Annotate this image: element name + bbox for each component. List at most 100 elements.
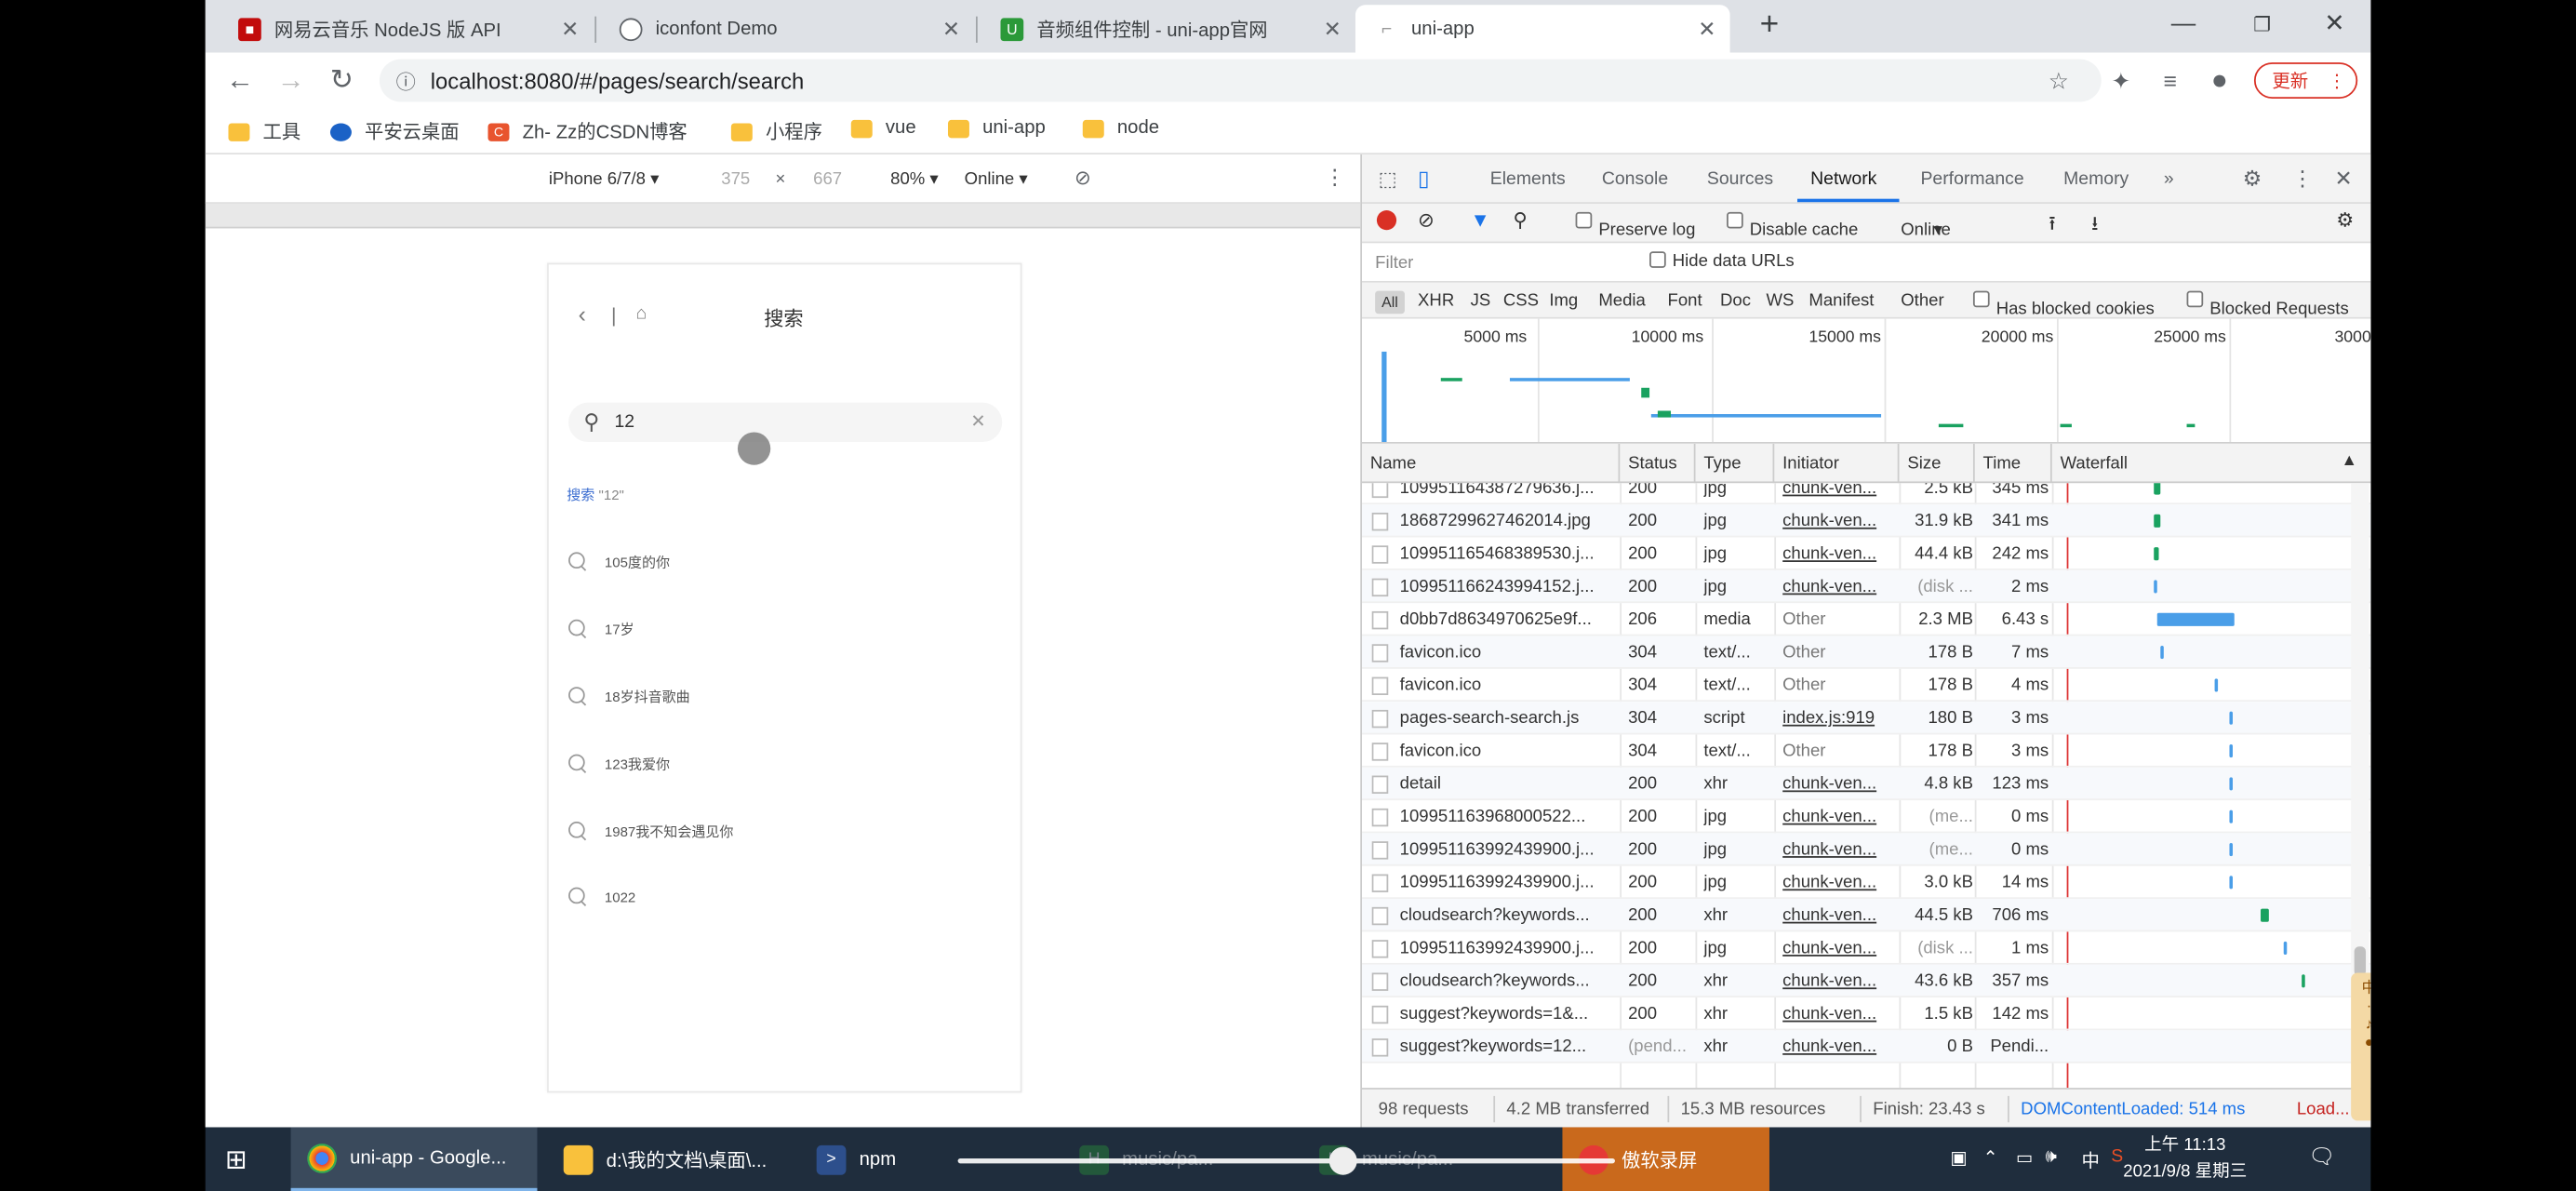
restore-button[interactable]: ❐ [2237,7,2287,43]
tab-sources[interactable]: Sources [1707,169,1773,189]
table-row[interactable]: cloudsearch?keywords... 200 xhr chunk-ven..… [1362,899,2371,932]
request-initiator[interactable]: chunk-ven... [1782,537,1901,569]
bookmark-node[interactable]: node [1082,118,1159,138]
blocked-requests-checkbox[interactable]: Blocked Requests [2186,290,2349,319]
request-initiator[interactable]: chunk-ven... [1782,833,1901,865]
request-initiator[interactable]: index.js:919 [1782,702,1901,734]
suggestion-item[interactable]: 17岁 [567,618,634,639]
taskbar-powershell[interactable]: > npm [800,1127,931,1191]
column-name[interactable]: Name [1362,443,1621,484]
type-filter-all[interactable]: All [1375,290,1405,314]
tray-app-icon[interactable]: ▣ [1950,1147,1967,1168]
filter-input[interactable]: Filter [1375,253,1622,273]
throttle-select[interactable]: Online ▾ [965,169,1028,189]
table-row[interactable]: 109951163992439900.j... 200 jpg chunk-ven..… [1362,833,2371,866]
hide-data-urls-checkbox[interactable]: Hide data URLs [1649,251,1795,271]
bookmark-vue[interactable]: vue [850,118,916,138]
update-button[interactable]: 更新 ⋮ [2253,62,2358,99]
address-bar[interactable]: ⓘ localhost:8080/#/pages/search/search [379,59,2102,102]
suggestion-item[interactable]: 18岁抖音歌曲 [567,685,690,706]
type-filter-manifest[interactable]: Manifest [1809,291,1874,311]
table-row[interactable]: 109951163992439900.j... 200 jpg chunk-ven..… [1362,866,2371,900]
inspect-icon[interactable]: ⬚ [1379,167,1397,191]
type-filter-img[interactable]: Img [1549,291,1578,311]
suggestion-item[interactable]: 1022 [567,886,635,907]
device-toggle-icon[interactable]: ▯ [1418,166,1430,192]
table-row[interactable]: cloudsearch?keywords... 200 xhr chunk-ven..… [1362,964,2371,997]
type-filter-xhr[interactable]: XHR [1418,291,1454,311]
table-row[interactable]: 109951164387279636.j... 200 jpg chunk-ven..… [1362,483,2371,505]
device-more-icon[interactable]: ⋮ [1324,165,1345,191]
rotate-icon[interactable]: ⊘ [1074,166,1091,189]
request-initiator[interactable]: chunk-ven... [1782,931,1901,964]
tab-memory[interactable]: Memory [2063,169,2129,189]
disable-cache-checkbox[interactable]: Disable cache [1727,211,1858,240]
volume-icon[interactable]: 🕪 [2046,1147,2057,1169]
zoom-select[interactable]: 80% ▾ [890,169,939,189]
profile-icon[interactable]: ● [2203,64,2236,97]
close-icon[interactable]: ✕ [1690,16,1723,42]
back-button[interactable]: ← [220,60,260,100]
taskbar-explorer[interactable]: d:\我的文档\桌面\... [547,1127,785,1191]
device-select[interactable]: iPhone 6/7/8 ▾ [549,169,660,189]
back-icon[interactable]: ‹ [579,301,586,327]
close-icon[interactable]: ✕ [1316,16,1349,42]
tray-overflow-icon[interactable]: ⌃ [1983,1147,1998,1168]
ime-indicator[interactable]: 中 [2082,1147,2100,1173]
reload-button[interactable]: ↻ [322,60,361,100]
clear-icon[interactable]: ✕ [970,411,985,432]
home-icon[interactable]: ⌂ [635,304,647,324]
notification-icon[interactable]: 🗨 [2308,1144,2335,1170]
start-button[interactable]: ⊞ [225,1127,247,1191]
reading-list-icon[interactable]: ≡ [2154,64,2186,97]
bookmark-ping-an[interactable]: 平安云桌面 [329,118,460,144]
bookmark-uniapp[interactable]: uni-app [947,118,1046,138]
suggestion-item[interactable]: 123我爱你 [567,753,670,774]
tab-uniapp-audio[interactable]: U 音频组件控制 - uni-app官网 ✕ [981,5,1355,52]
scrollbar-thumb[interactable] [2354,946,2367,977]
close-devtools-icon[interactable]: ✕ [2334,166,2352,192]
tab-elements[interactable]: Elements [1490,169,1566,189]
clear-icon[interactable]: ⊘ [1418,208,1435,232]
table-row[interactable]: 109951163968000522... 200 jpg chunk-ven... (… [1362,800,2371,834]
tab-uniapp[interactable]: ⌐ uni-app ✕ [1355,5,1730,53]
minimize-button[interactable]: — [2159,7,2209,43]
close-icon[interactable]: ✕ [935,16,968,42]
column-time[interactable]: Time [1975,443,2052,484]
devtools-menu-icon[interactable]: ⋮ [2292,166,2314,192]
device-height-input[interactable]: 667 [813,169,842,189]
column-initiator[interactable]: Initiator [1774,443,1900,484]
table-row[interactable]: favicon.ico 304 text/... Other 178 B 4 ms [1362,669,2371,703]
sort-up-icon[interactable]: ▲ [2342,452,2357,470]
table-row[interactable]: 109951165468389530.j... 200 jpg chunk-ven..… [1362,537,2371,570]
forward-button[interactable]: → [271,60,310,100]
suggestion-item[interactable]: 1987我不知会遇见你 [567,820,733,841]
request-initiator[interactable]: chunk-ven... [1782,800,1901,833]
request-initiator[interactable]: chunk-ven... [1782,768,1901,800]
bookmark-star-icon[interactable]: ☆ [2042,64,2075,97]
export-har-icon[interactable]: ⭳ [2091,208,2098,243]
search-input[interactable]: ⚲ 12 ✕ [568,402,1003,443]
table-row[interactable]: favicon.ico 304 text/... Other 178 B 3 ms [1362,734,2371,768]
type-filter-ws[interactable]: WS [1766,291,1794,311]
preserve-log-checkbox[interactable]: Preserve log [1575,211,1695,240]
info-icon[interactable]: ⓘ [396,67,416,95]
bookmark-tools[interactable]: 工具 [228,118,300,144]
request-initiator[interactable]: chunk-ven... [1782,899,1901,931]
new-tab-button[interactable]: + [1744,7,1794,43]
tab-network[interactable]: Network [1810,169,1876,189]
type-filter-css[interactable]: CSS [1503,291,1539,311]
filter-icon[interactable]: ▼ [1471,208,1490,232]
search-for-query[interactable]: 搜索 "12" [567,485,624,504]
taskbar-clock[interactable]: 上午 11:13 2021/9/8 星期三 [2111,1132,2259,1185]
column-type[interactable]: Type [1696,443,1775,484]
tab-iconfont[interactable]: iconfont Demo ✕ [600,5,975,52]
type-filter-js[interactable]: JS [1471,291,1491,311]
type-filter-doc[interactable]: Doc [1720,291,1751,311]
type-filter-media[interactable]: Media [1598,291,1646,311]
table-row[interactable]: suggest?keywords=12... (pend... xhr chunk-v… [1362,1030,2371,1064]
request-initiator[interactable]: chunk-ven... [1782,866,1901,899]
table-row[interactable]: suggest?keywords=1&... 200 xhr chunk-ven...… [1362,997,2371,1031]
request-initiator[interactable]: chunk-ven... [1782,570,1901,603]
has-blocked-cookies-checkbox[interactable]: Has blocked cookies [1972,290,2155,319]
